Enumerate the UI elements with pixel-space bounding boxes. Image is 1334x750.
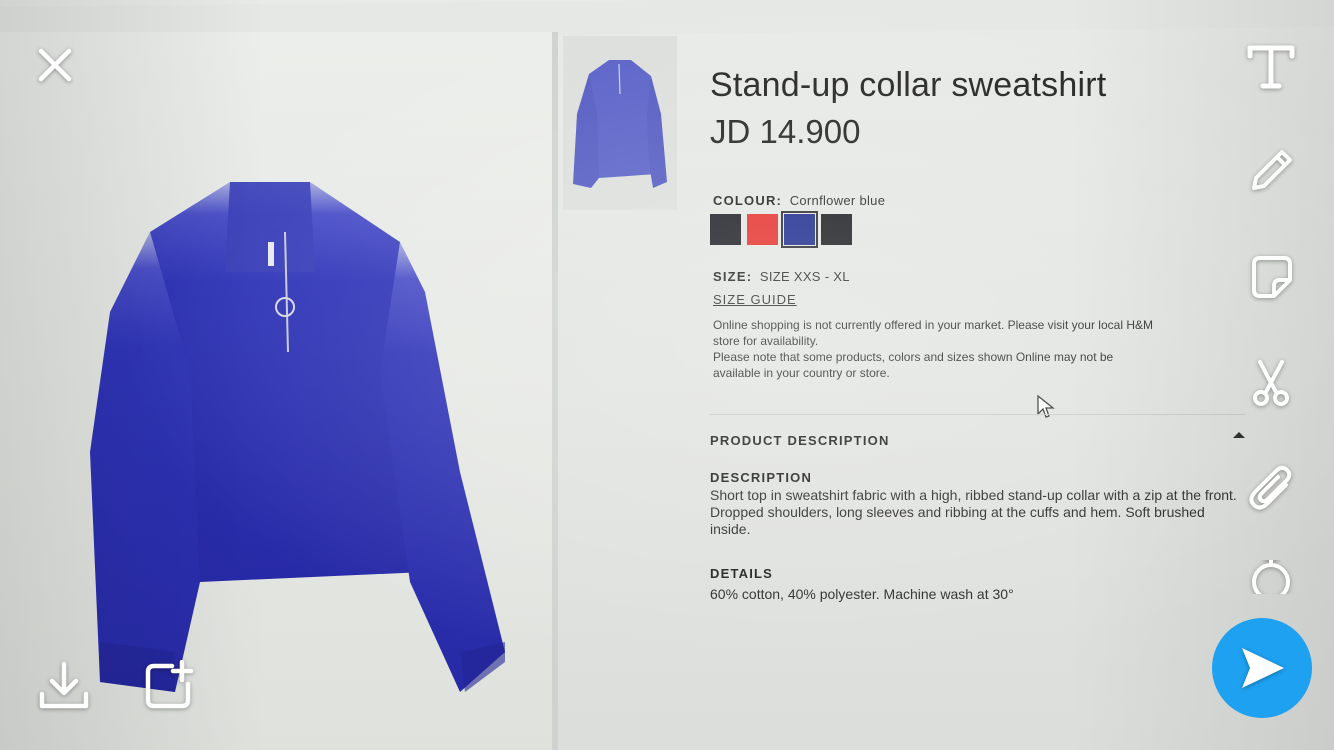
add-to-story-button[interactable]: [142, 660, 194, 712]
swatch-black[interactable]: [710, 214, 741, 245]
product-thumbnail[interactable]: [563, 36, 677, 210]
product-title: Stand-up collar sweatshirt: [710, 66, 1107, 104]
photographed-screen: Stand-up collar sweatshirt JD 14.900 COL…: [0, 0, 1334, 750]
size-label: SIZE:: [713, 269, 753, 284]
timer-tool-button[interactable]: [1246, 560, 1296, 594]
mouse-cursor-icon: [1037, 394, 1055, 418]
size-value[interactable]: SIZE XXS - XL: [760, 269, 850, 284]
pencil-tool-button[interactable]: [1246, 146, 1296, 196]
sweatshirt-image: [90, 182, 505, 692]
add-story-icon: [145, 660, 194, 709]
colour-swatches: [710, 211, 852, 248]
product-description-heading[interactable]: PRODUCT DESCRIPTION: [710, 433, 890, 448]
sticker-tool-button[interactable]: [1246, 252, 1296, 302]
timer-icon: [1252, 560, 1290, 594]
product-price: JD 14.900: [710, 113, 861, 150]
availability-notice: Online shopping is not currently offered…: [713, 317, 1153, 381]
image-divider: [552, 32, 558, 750]
details-text: 60% cotton, 40% polyester. Machine wash …: [710, 586, 1014, 602]
thumbnail-image: [573, 60, 667, 188]
notice-line-2: Please note that some products, colors a…: [713, 350, 1114, 380]
text-icon: [1247, 45, 1295, 89]
description-text: Short top in sweatshirt fabric with a hi…: [710, 487, 1237, 537]
download-icon: [39, 661, 89, 709]
send-button[interactable]: [1212, 618, 1312, 718]
close-icon: [38, 48, 72, 82]
attachment-tool-button[interactable]: [1246, 463, 1296, 513]
section-divider: [710, 414, 1245, 415]
send-arrow-icon: [1242, 648, 1284, 688]
notice-line-1: Online shopping is not currently offered…: [713, 318, 1153, 348]
collapse-caret-icon[interactable]: [1233, 432, 1245, 438]
paperclip-icon: [1249, 465, 1292, 510]
pencil-icon: [1252, 150, 1292, 190]
scissors-icon: [1253, 360, 1289, 406]
scissors-tool-button[interactable]: [1246, 358, 1296, 408]
swatch-cornflower-blue[interactable]: [781, 211, 818, 248]
colour-value: Cornflower blue: [789, 193, 886, 208]
details-heading: DETAILS: [710, 566, 774, 581]
product-main-image: [0, 32, 552, 750]
colour-label: COLOUR:: [713, 193, 783, 208]
save-button[interactable]: [38, 660, 90, 712]
size-row: SIZE: SIZE XXS - XL: [713, 269, 850, 284]
description-heading: DESCRIPTION: [710, 470, 813, 485]
text-tool-button[interactable]: [1246, 40, 1296, 90]
swatch-red[interactable]: [747, 214, 778, 245]
swatch-dark[interactable]: [821, 214, 852, 245]
colour-row: COLOUR: Cornflower blue: [713, 193, 885, 208]
close-button[interactable]: [32, 42, 78, 88]
size-guide-link[interactable]: SIZE GUIDE: [713, 292, 797, 307]
sticker-icon: [1252, 256, 1292, 298]
